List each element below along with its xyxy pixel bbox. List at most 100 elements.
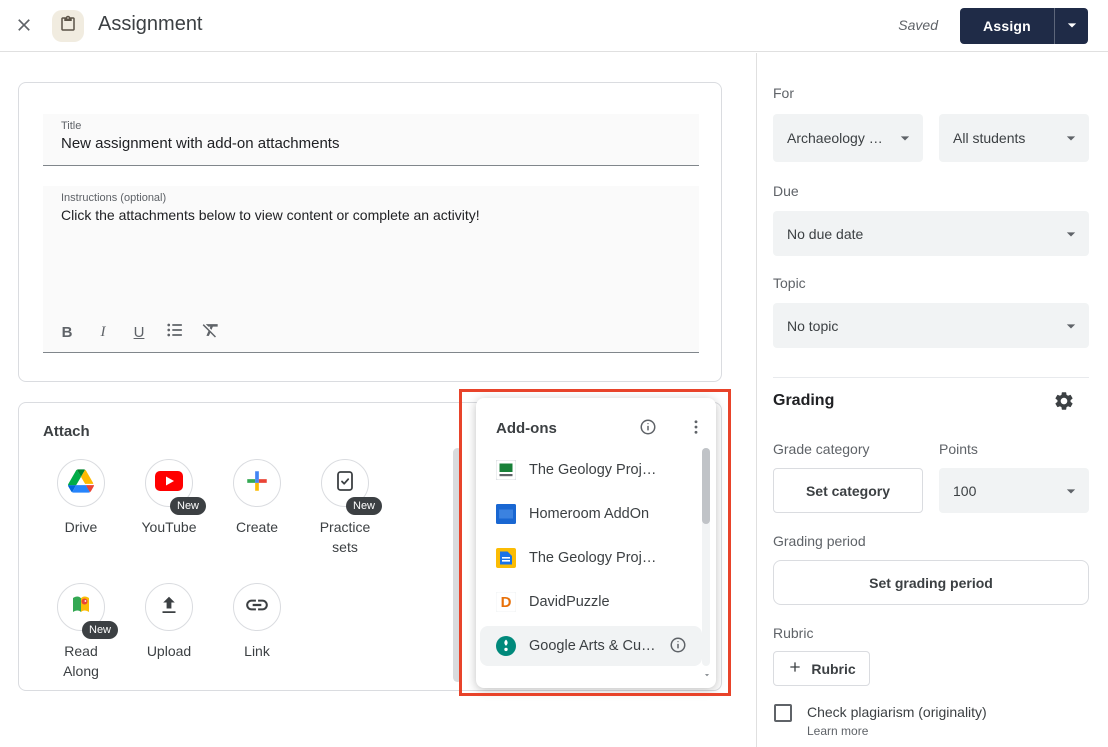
attach-scrollbar[interactable]: [453, 448, 462, 682]
link-icon: [244, 592, 270, 623]
underline-button[interactable]: U: [125, 318, 153, 346]
points-value: 100: [953, 483, 976, 499]
close-button[interactable]: [12, 14, 36, 38]
assignment-form-card: Title New assignment with add-on attachm…: [18, 82, 722, 382]
rubric-button-label: Rubric: [811, 661, 855, 677]
homeroom-addon-icon: [496, 504, 516, 524]
svg-text:D: D: [501, 594, 512, 611]
addons-overflow-menu-button[interactable]: [686, 417, 706, 439]
set-grading-period-button[interactable]: Set grading period: [773, 560, 1089, 605]
instructions-value: Click the attachments below to view cont…: [61, 207, 480, 223]
attach-create-button[interactable]: Create: [213, 459, 301, 537]
bold-button[interactable]: B: [53, 318, 81, 346]
italic-button[interactable]: I: [89, 318, 117, 346]
saved-status: Saved: [898, 17, 938, 33]
assign-dropdown-button[interactable]: [1054, 8, 1088, 44]
attach-item-label: Upload: [136, 641, 202, 661]
chevron-down-icon: [1061, 128, 1081, 151]
practice-sets-icon: [333, 469, 357, 498]
due-date-select[interactable]: No due date: [773, 211, 1089, 256]
addons-info-button[interactable]: [638, 418, 658, 438]
addon-item-label: The Geology Proj…: [529, 462, 656, 478]
attach-drive-button[interactable]: Drive: [37, 459, 125, 537]
class-select-value: Archaeology …: [787, 130, 883, 146]
grade-category-label: Grade category: [773, 441, 870, 457]
addon-item-geology-project-1[interactable]: The Geology Proj…: [480, 450, 702, 490]
title-input[interactable]: Title New assignment with add-on attachm…: [43, 114, 699, 166]
students-select-value: All students: [953, 130, 1025, 146]
gear-icon: [1053, 400, 1075, 415]
addons-popup: Add-ons The Geology Proj… Homeroom AddOn: [476, 398, 716, 688]
assign-button[interactable]: Assign: [960, 8, 1054, 44]
students-select[interactable]: All students: [939, 114, 1089, 162]
learn-more-link[interactable]: Learn more: [807, 724, 868, 738]
rubric-label: Rubric: [773, 625, 813, 641]
due-date-value: No due date: [787, 226, 863, 242]
chevron-down-icon: [1061, 316, 1081, 339]
add-rubric-button[interactable]: Rubric: [773, 651, 870, 686]
topic-select[interactable]: No topic: [773, 303, 1089, 348]
assign-split-button: Assign: [960, 8, 1088, 44]
chevron-down-icon: [1062, 15, 1082, 38]
new-badge: New: [346, 497, 382, 515]
clear-formatting-button[interactable]: [197, 318, 225, 346]
three-dot-menu-icon: [687, 424, 705, 439]
attach-item-label: Read Along: [48, 641, 114, 681]
new-badge: New: [82, 621, 118, 639]
title-label: Title: [61, 120, 81, 132]
class-select[interactable]: Archaeology …: [773, 114, 923, 162]
plagiarism-label: Check plagiarism (originality): [807, 704, 987, 720]
points-label: Points: [939, 441, 978, 457]
addon-item-label: Homeroom AddOn: [529, 506, 649, 522]
attach-item-label: Practice sets: [312, 517, 378, 557]
attach-item-label: YouTube: [136, 517, 202, 537]
assignment-type-chip: [52, 10, 84, 42]
settings-sidebar: For Archaeology … All students Due No du…: [756, 53, 1108, 747]
addon-item-google-arts-culture[interactable]: Google Arts & Cu…: [480, 626, 702, 666]
page-title: Assignment: [98, 13, 203, 36]
attach-upload-button[interactable]: Upload: [125, 583, 213, 661]
points-select[interactable]: 100: [939, 468, 1089, 513]
plus-icon: [787, 659, 803, 678]
addon-item-label: The Geology Proj…: [529, 550, 656, 566]
attach-item-label: Create: [224, 517, 290, 537]
google-drive-icon: [68, 469, 94, 498]
addons-scrollbar-thumb[interactable]: [702, 448, 710, 524]
info-icon: [639, 424, 657, 439]
addon-item-label: DavidPuzzle: [529, 594, 610, 610]
upload-icon: [157, 593, 181, 622]
grading-settings-button[interactable]: [1051, 389, 1077, 415]
instructions-input[interactable]: Instructions (optional) Click the attach…: [43, 186, 699, 353]
grading-heading: Grading: [773, 392, 834, 410]
grading-period-label: Grading period: [773, 533, 866, 549]
due-label: Due: [773, 183, 799, 199]
plagiarism-checkbox[interactable]: [774, 704, 792, 722]
addons-scrollbar[interactable]: [702, 448, 710, 666]
attach-practice-sets-button[interactable]: New Practice sets: [301, 459, 389, 557]
clear-formatting-icon: [201, 320, 221, 344]
scroll-down-arrow-icon[interactable]: [702, 668, 712, 678]
set-category-button[interactable]: Set category: [773, 468, 923, 513]
attach-item-label: Drive: [48, 517, 114, 537]
assignment-dialog: Assignment Saved Assign Title New assign…: [0, 0, 1108, 747]
google-arts-culture-icon: [496, 636, 516, 656]
geology-project-icon: [496, 460, 516, 480]
attach-item-label: Link: [224, 641, 290, 661]
addons-heading: Add-ons: [496, 420, 557, 437]
topic-value: No topic: [787, 318, 838, 334]
geology-project-book-icon: [496, 548, 516, 568]
chevron-down-icon: [1061, 224, 1081, 247]
attach-youtube-button[interactable]: New YouTube: [125, 459, 213, 537]
topic-label: Topic: [773, 275, 806, 291]
bulleted-list-button[interactable]: [161, 318, 189, 346]
chevron-down-icon: [1061, 481, 1081, 504]
addon-item-homeroom[interactable]: Homeroom AddOn: [480, 494, 702, 534]
attach-read-along-button[interactable]: New Read Along: [37, 583, 125, 681]
addon-info-button[interactable]: [668, 636, 688, 656]
attach-link-button[interactable]: Link: [213, 583, 301, 661]
addon-item-davidpuzzle[interactable]: D DavidPuzzle: [480, 582, 702, 622]
addon-item-geology-project-2[interactable]: The Geology Proj…: [480, 538, 702, 578]
addon-item-label: Google Arts & Cu…: [529, 638, 656, 654]
read-along-icon: [69, 593, 93, 622]
info-icon: [669, 642, 687, 657]
